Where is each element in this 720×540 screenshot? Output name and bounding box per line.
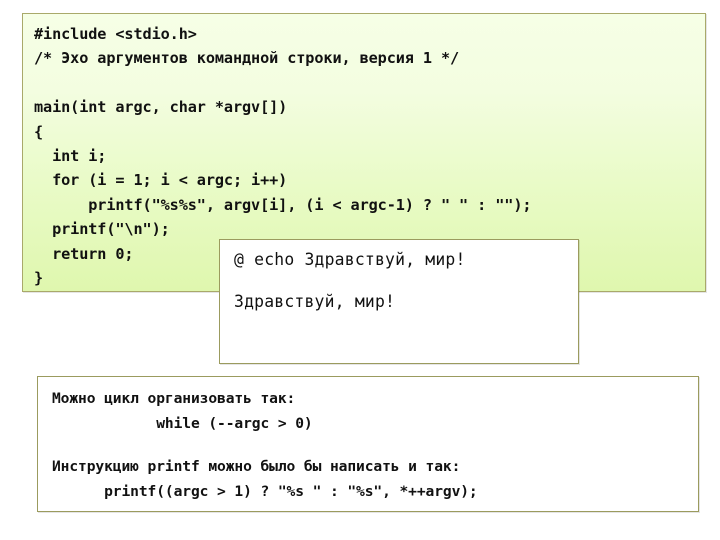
code-line: int i; (34, 147, 107, 166)
code-line: printf("\n"); (34, 220, 170, 239)
notes-listing: Можно цикл организовать так: while (--ar… (52, 386, 692, 504)
note-line-blank (52, 436, 692, 454)
note-line: Инструкцию printf можно было бы написать… (52, 458, 461, 475)
output-spacer (234, 271, 572, 291)
output-command-line: @ echo Здравствуй, мир! (234, 250, 466, 269)
slide-root: { "slide": { "title_text": "", "backgrou… (0, 0, 720, 540)
code-line: main(int argc, char *argv[]) (34, 98, 288, 117)
output-listing: @ echo Здравствуй, мир! Здравствуй, мир! (234, 249, 572, 313)
code-line: #include <stdio.h> (34, 25, 197, 43)
note-line: while (--argc > 0) (52, 415, 313, 432)
note-line: printf((argc > 1) ? "%s " : "%s", *++arg… (52, 483, 478, 500)
output-result-line: Здравствуй, мир! (234, 292, 396, 311)
notes-panel: Можно цикл организовать так: while (--ar… (37, 376, 699, 512)
output-panel: @ echo Здравствуй, мир! Здравствуй, мир! (219, 239, 579, 364)
note-line: Можно цикл организовать так: (52, 390, 296, 407)
code-line: for (i = 1; i < argc; i++) (34, 171, 288, 190)
code-line: /* Эхо аргументов командной строки, верс… (34, 49, 460, 68)
code-line: printf("%s%s", argv[i], (i < argc-1) ? "… (34, 195, 532, 214)
code-line: { (34, 122, 44, 141)
